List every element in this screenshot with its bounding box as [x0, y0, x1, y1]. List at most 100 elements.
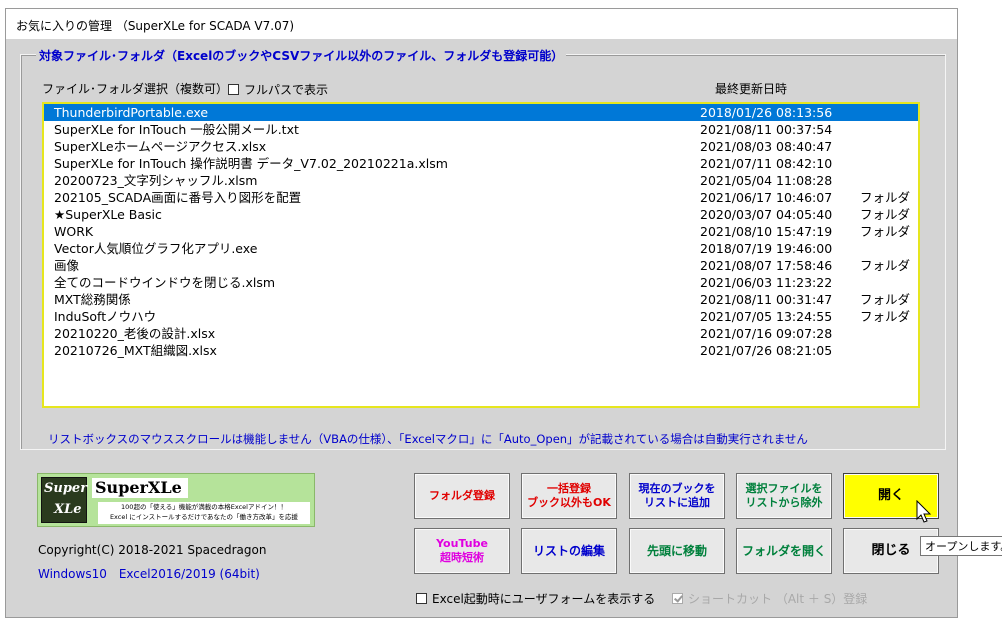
- logo-emblem: Super XLe: [41, 477, 87, 523]
- emblem-line1: Super: [44, 481, 88, 496]
- list-item[interactable]: 20210220_老後の設計.xlsx 2021/07/16 09:07:28: [44, 325, 918, 342]
- remove-selected-button[interactable]: 選択ファイルを リストから除外: [736, 473, 832, 519]
- item-name: 202105_SCADA画面に番号入り図形を配置: [54, 190, 302, 205]
- listbox-note: リストボックスのマウススクロールは機能しません（VBAの仕様）、「Excelマク…: [48, 432, 808, 446]
- item-name: ★SuperXLe Basic: [54, 207, 162, 222]
- item-name: 20200723_文字列シャッフル.xlsm: [54, 173, 258, 188]
- move-to-top-button[interactable]: 先頭に移動: [629, 528, 725, 574]
- button-label-line2: リストに追加: [644, 496, 710, 509]
- list-item[interactable]: MXT総務関係 2021/08/11 00:31:47 フォルダ: [44, 291, 918, 308]
- button-label: リストの編集: [532, 544, 605, 558]
- item-date: 2021/07/05 13:24:55: [700, 309, 833, 324]
- item-name: 20210726_MXT組織図.xlsx: [54, 343, 217, 358]
- list-label: ファイル･フォルダ選択（複数可）: [42, 82, 229, 96]
- fullpath-label: フルパスで表示: [244, 83, 329, 97]
- button-label-line2: ブック以外もOK: [527, 496, 611, 509]
- item-type: フォルダ: [860, 309, 911, 324]
- list-item[interactable]: 20200723_文字列シャッフル.xlsm 2021/05/04 11:08:…: [44, 172, 918, 189]
- button-label-line1: YouTube: [436, 537, 488, 550]
- shortcut-register-checkbox[interactable]: ショートカット （Alt ＋ S）登録: [672, 590, 867, 607]
- item-name: MXT総務関係: [54, 292, 131, 307]
- item-type: フォルダ: [860, 258, 911, 273]
- bulk-register-button[interactable]: 一括登録 ブック以外もOK: [521, 473, 617, 519]
- environment-info: Windows10 Excel2016/2019 (64bit): [38, 567, 260, 581]
- item-date: 2018/07/19 19:46:00: [700, 241, 833, 256]
- add-current-book-button[interactable]: 現在のブックを リストに追加: [629, 473, 725, 519]
- list-item[interactable]: 画像 2021/08/07 17:58:46 フォルダ: [44, 257, 918, 274]
- list-item[interactable]: ThunderbirdPortable.exe 2018/01/26 08:13…: [44, 104, 918, 121]
- list-item[interactable]: SuperXLe for InTouch 操作説明書 データ_V7.02_202…: [44, 155, 918, 172]
- fullpath-checkbox[interactable]: フルパスで表示: [228, 81, 328, 98]
- item-name: SuperXLeホームページアクセス.xlsx: [54, 139, 267, 154]
- button-label: 開く: [877, 488, 904, 503]
- item-name: InduSoftノウハウ: [54, 309, 157, 324]
- youtube-button[interactable]: YouTube 超時短術: [414, 528, 510, 574]
- list-item[interactable]: Vector人気順位グラフ化アプリ.exe 2018/07/19 19:46:0…: [44, 240, 918, 257]
- list-item[interactable]: 202105_SCADA画面に番号入り図形を配置 2021/06/17 10:4…: [44, 189, 918, 206]
- item-date: 2018/01/26 08:13:56: [700, 105, 833, 120]
- button-label-line2: 超時短術: [440, 551, 484, 564]
- item-date: 2021/08/07 17:58:46: [700, 258, 833, 273]
- list-item[interactable]: ★SuperXLe Basic 2020/03/07 04:05:40 フォルダ: [44, 206, 918, 223]
- item-name: SuperXLe for InTouch 一般公開メール.txt: [54, 122, 299, 137]
- item-date: 2021/05/04 11:08:28: [700, 173, 833, 188]
- button-label-line1: 選択ファイルを: [745, 482, 823, 495]
- button-label-line2: リストから除外: [745, 496, 823, 509]
- file-listbox[interactable]: ThunderbirdPortable.exe 2018/01/26 08:13…: [42, 102, 920, 408]
- item-date: 2021/08/11 00:31:47: [700, 292, 833, 307]
- item-name: ThunderbirdPortable.exe: [54, 105, 209, 120]
- startup-form-label: Excel起動時にユーザフォームを表示する: [432, 592, 656, 606]
- list-item[interactable]: 全てのコードウインドウを閉じる.xlsm 2021/06/03 11:23:22: [44, 274, 918, 291]
- item-name: SuperXLe for InTouch 操作説明書 データ_V7.02_202…: [54, 156, 448, 171]
- item-name: WORK: [54, 224, 94, 239]
- window-title: お気に入りの管理 （SuperXLe for SCADA V7.07): [16, 19, 295, 33]
- superxle-logo: Super XLe SuperXLe 100超の「使える」機能が満載の本格Exc…: [37, 473, 315, 527]
- item-date: 2021/06/17 10:46:07: [700, 190, 833, 205]
- startup-form-checkbox[interactable]: Excel起動時にユーザフォームを表示する: [416, 590, 655, 607]
- folder-register-button[interactable]: フォルダ登録: [414, 473, 510, 519]
- button-label-line1: 現在のブックを: [638, 482, 716, 495]
- list-item[interactable]: InduSoftノウハウ 2021/07/05 13:24:55 フォルダ: [44, 308, 918, 325]
- open-folder-button[interactable]: フォルダを開く: [736, 528, 832, 574]
- button-label: 閉じる: [871, 543, 911, 558]
- button-label: 先頭に移動: [646, 544, 707, 558]
- list-item[interactable]: SuperXLe for InTouch 一般公開メール.txt 2021/08…: [44, 121, 918, 138]
- button-label: フォルダを開く: [741, 544, 826, 558]
- item-name: 画像: [54, 258, 80, 273]
- checkbox-box[interactable]: [416, 593, 427, 604]
- checkbox-box[interactable]: [228, 84, 239, 95]
- copyright: Copyright(C) 2018-2021 Spacedragon: [38, 543, 267, 557]
- item-name: 20210220_老後の設計.xlsx: [54, 326, 216, 341]
- item-date: 2020/03/07 04:05:40: [700, 207, 833, 222]
- tagline-line1: 100超の「使える」機能が満載の本格Excelアドイン！！: [121, 503, 287, 511]
- item-type: フォルダ: [860, 292, 911, 307]
- button-label-line1: 一括登録: [547, 482, 591, 495]
- button-label: フォルダ登録: [429, 489, 495, 502]
- checkbox-box[interactable]: [672, 593, 683, 604]
- shortcut-register-label: ショートカット （Alt ＋ S）登録: [688, 592, 868, 606]
- edit-list-button[interactable]: リストの編集: [521, 528, 617, 574]
- logo-tagline: 100超の「使える」機能が満載の本格Excelアドイン！！ Excel にインス…: [98, 502, 310, 524]
- item-date: 2021/08/10 15:47:19: [700, 224, 833, 239]
- group-legend: 対象ファイル･フォルダ（ExcelのブックやCSVファイル以外のファイル、フォル…: [36, 47, 567, 64]
- emblem-line2: XLe: [54, 502, 82, 517]
- logo-name: SuperXLe: [92, 478, 188, 498]
- item-type: フォルダ: [860, 207, 911, 222]
- title-bar[interactable]: お気に入りの管理 （SuperXLe for SCADA V7.07): [6, 9, 957, 39]
- list-item[interactable]: 20210726_MXT組織図.xlsx 2021/07/26 08:21:05: [44, 342, 918, 359]
- item-type: フォルダ: [860, 190, 911, 205]
- item-date: 2021/06/03 11:23:22: [700, 275, 833, 290]
- item-date: 2021/08/11 00:37:54: [700, 122, 833, 137]
- item-date: 2021/07/11 08:42:10: [700, 156, 833, 171]
- list-item[interactable]: SuperXLeホームページアクセス.xlsx 2021/08/03 08:40…: [44, 138, 918, 155]
- open-tooltip: オープンします。: [920, 536, 1002, 556]
- mouse-pointer-icon: [916, 500, 932, 523]
- item-name: 全てのコードウインドウを閉じる.xlsm: [54, 275, 276, 290]
- list-item[interactable]: WORK 2021/08/10 15:47:19 フォルダ: [44, 223, 918, 240]
- item-type: フォルダ: [860, 224, 911, 239]
- tagline-line2: Excel にインストールするだけであなたの「働き方改革」を応援: [109, 513, 299, 521]
- item-date: 2021/07/26 08:21:05: [700, 343, 833, 358]
- item-name: Vector人気順位グラフ化アプリ.exe: [54, 241, 258, 256]
- date-header: 最終更新日時: [715, 82, 788, 96]
- item-date: 2021/07/16 09:07:28: [700, 326, 833, 341]
